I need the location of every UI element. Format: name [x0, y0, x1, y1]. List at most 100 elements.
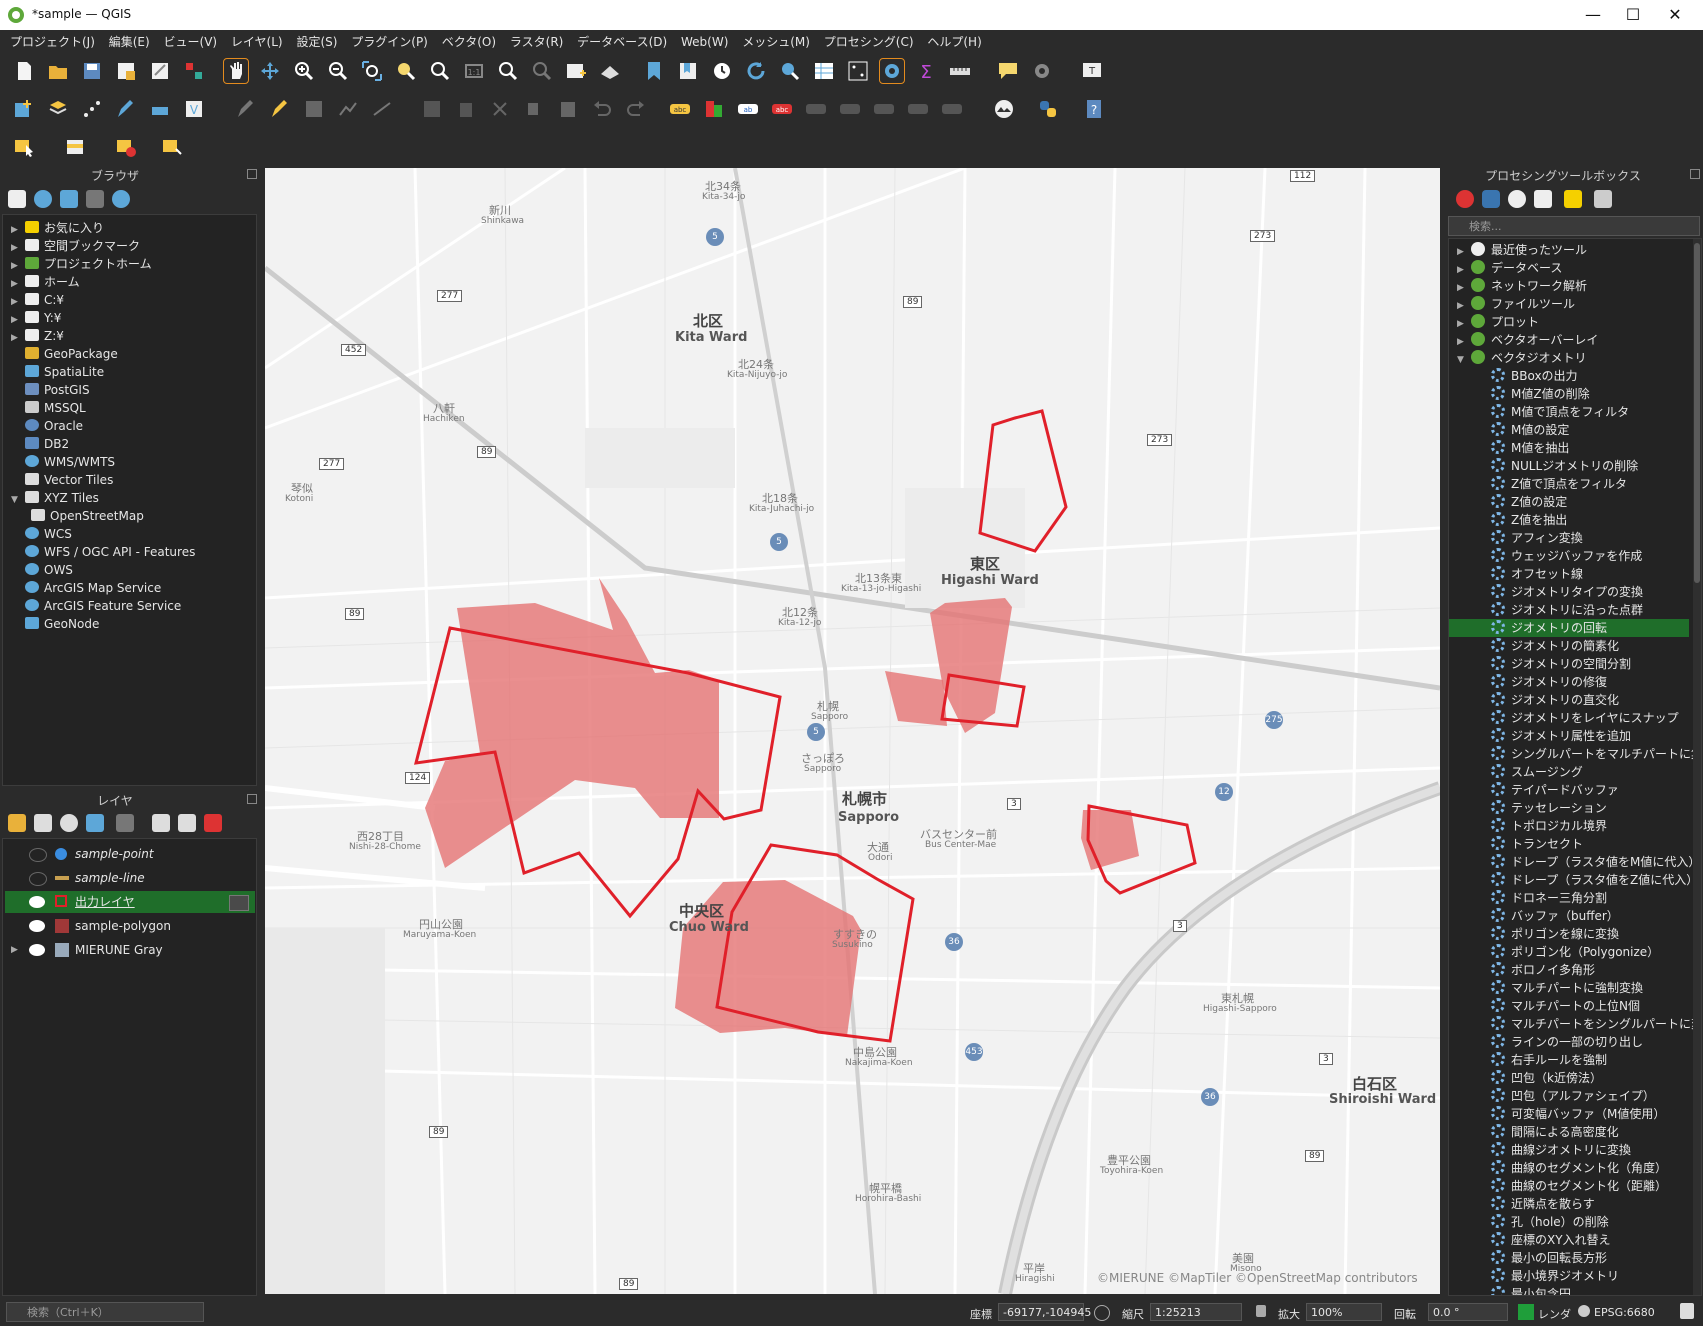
refresh-browser-icon[interactable] — [34, 190, 52, 208]
toolbox-scrollbar[interactable] — [1693, 239, 1701, 1295]
open-project-icon[interactable] — [46, 59, 70, 83]
toggle-extents-icon[interactable] — [1094, 1305, 1110, 1321]
menu-settings[interactable]: 設定(S) — [291, 30, 342, 50]
toolbox-tool-item[interactable]: 最小包含円 — [1449, 1285, 1689, 1295]
layer-mierune-gray[interactable]: ▶ MIERUNE Gray — [5, 939, 255, 961]
toolbox-tool-item[interactable]: 近隣点を散らす — [1449, 1195, 1689, 1213]
current-edits-icon[interactable] — [268, 97, 292, 121]
menu-view[interactable]: ビュー(V) — [159, 30, 223, 50]
help-icon[interactable]: ? — [1082, 97, 1106, 121]
browser-drive-z[interactable]: ▶ Z:¥ — [11, 327, 64, 345]
toolbox-tool-item[interactable]: ラインの一部の切り出し — [1449, 1033, 1689, 1051]
label-props-icon[interactable] — [906, 97, 930, 121]
modify-attributes-icon[interactable] — [420, 97, 444, 121]
delete-selected-icon[interactable] — [454, 97, 478, 121]
label-pin2-icon[interactable] — [940, 97, 964, 121]
zoom-next-icon[interactable] — [530, 59, 554, 83]
filter-expression-icon[interactable] — [116, 814, 134, 832]
browser-spatialite[interactable]: SpatiaLite — [11, 363, 104, 381]
toolbox-tool-item[interactable]: ウェッジバッファを作成 — [1449, 547, 1689, 565]
remove-layer-icon[interactable] — [204, 814, 222, 832]
toolbox-group[interactable]: ▶ 最近使ったツール — [1457, 241, 1587, 259]
toolbox-group[interactable]: ▶ プロット — [1457, 313, 1539, 331]
visible-eye-icon[interactable] — [29, 920, 45, 932]
visible-eye-icon[interactable] — [29, 896, 45, 908]
save-edits-icon[interactable] — [302, 97, 326, 121]
toolbox-group[interactable]: ▶ ファイルツール — [1457, 295, 1575, 313]
models-icon[interactable] — [1456, 190, 1474, 208]
toolbox-tool-item[interactable]: トランセクト — [1449, 835, 1689, 853]
deselect-icon[interactable] — [114, 135, 138, 159]
toolbox-tool-item[interactable]: ポリゴンを線に変換 — [1449, 925, 1689, 943]
toolbox-tool-item[interactable]: アフィン変換 — [1449, 529, 1689, 547]
toolbox-tool-item[interactable]: ジオメトリタイプの変換 — [1449, 583, 1689, 601]
hidden-eye-icon[interactable] — [29, 848, 47, 862]
toolbox-tool-item[interactable]: オフセット線 — [1449, 565, 1689, 583]
toolbox-tool-item[interactable]: ジオメトリの直交化 — [1449, 691, 1689, 709]
toolbox-tool-item[interactable]: ジオメトリに沿った点群 — [1449, 601, 1689, 619]
collapse-all-icon[interactable] — [86, 190, 104, 208]
browser-favorites[interactable]: ▶ お気に入り — [11, 219, 104, 237]
toolbox-tool-item[interactable]: Z値を抽出 — [1449, 511, 1689, 529]
zoom-in-icon[interactable] — [292, 59, 316, 83]
browser-bookmarks[interactable]: ▶ 空間ブックマーク — [11, 237, 140, 255]
diagram-tool-icon[interactable] — [702, 97, 726, 121]
toolbox-group[interactable]: ▶ ネットワーク解析 — [1457, 277, 1587, 295]
label-pin-icon[interactable]: ab — [736, 97, 760, 121]
toolbox-group[interactable]: ▶ ベクタオーバーレイ — [1457, 331, 1598, 349]
maximize-button[interactable]: ☐ — [1613, 4, 1653, 26]
toolbox-tool-item[interactable]: ジオメトリ属性を追加 — [1449, 727, 1689, 745]
filter-browser-icon[interactable] — [60, 190, 78, 208]
toolbox-tool-item[interactable]: ジオメトリの簡素化 — [1449, 637, 1689, 655]
browser-arcgis-map[interactable]: ArcGIS Map Service — [11, 579, 161, 597]
menu-vector[interactable]: ベクタ(O) — [437, 30, 501, 50]
toolbox-tool-item[interactable]: 座標のXY入れ替え — [1449, 1231, 1689, 1249]
save-as-icon[interactable] — [114, 59, 138, 83]
magnifier-field[interactable]: 100% — [1306, 1303, 1382, 1321]
new-bookmark-icon[interactable] — [642, 59, 666, 83]
toolbox-tool-item[interactable]: バッファ（buffer） — [1449, 907, 1689, 925]
layer-sample-polygon[interactable]: sample-polygon — [5, 915, 255, 937]
browser-wms[interactable]: WMS/WMTS — [11, 453, 115, 471]
select-by-value-icon[interactable] — [64, 135, 88, 159]
toggle-editing-icon[interactable] — [234, 97, 258, 121]
add-group-icon[interactable] — [34, 814, 52, 832]
filter-legend-icon[interactable] — [86, 814, 104, 832]
menu-edit[interactable]: 編集(E) — [104, 30, 155, 50]
toolbox-tool-item[interactable]: 凹包（k近傍法） — [1449, 1069, 1689, 1087]
toolbox-tool-item[interactable]: 孔（hole）の削除 — [1449, 1213, 1689, 1231]
label-move-icon[interactable] — [804, 97, 828, 121]
settings-gear-icon[interactable] — [1030, 59, 1054, 83]
style-manager-icon[interactable] — [182, 59, 206, 83]
virtual-layer-icon[interactable]: V — [182, 97, 206, 121]
menu-processing[interactable]: プロセシング(C) — [819, 30, 919, 50]
browser-postgis[interactable]: PostGIS — [11, 381, 90, 399]
toolbox-tool-item[interactable]: マルチパートに強制変換 — [1449, 979, 1689, 997]
layer-sample-line[interactable]: sample-line — [5, 867, 255, 889]
menu-raster[interactable]: ラスタ(R) — [505, 30, 568, 50]
copy-features-icon[interactable] — [522, 97, 546, 121]
toolbox-tool-item[interactable]: 曲線のセグメント化（距離） — [1449, 1177, 1689, 1195]
browser-oracle[interactable]: Oracle — [11, 417, 83, 435]
collapse-layers-icon[interactable] — [178, 814, 196, 832]
pan-map-icon[interactable] — [223, 58, 249, 84]
coordinate-field[interactable]: -69177,-104945 — [998, 1303, 1091, 1321]
close-button[interactable]: ✕ — [1655, 4, 1695, 26]
label-rotate-icon[interactable] — [838, 97, 862, 121]
toolbox-tool-item[interactable]: M値を抽出 — [1449, 439, 1689, 457]
toolbox-tool-item[interactable]: Z値で頂点をフィルタ — [1449, 475, 1689, 493]
visible-eye-icon[interactable] — [29, 944, 45, 956]
mierune-plugin-icon[interactable] — [992, 97, 1016, 121]
menu-project[interactable]: プロジェクト(J) — [5, 30, 100, 50]
browser-float-icon[interactable] — [247, 169, 257, 179]
menu-help[interactable]: ヘルプ(H) — [922, 30, 986, 50]
browser-xyz-tiles[interactable]: ▼ XYZ Tiles — [11, 489, 99, 507]
save-project-icon[interactable] — [80, 59, 104, 83]
edit-mode-icon[interactable] — [229, 895, 249, 911]
visibility-eye-icon[interactable] — [60, 814, 78, 832]
options-wrench-icon[interactable] — [1594, 190, 1612, 208]
digitize-points-icon[interactable] — [80, 97, 104, 121]
python-console-icon[interactable] — [1036, 97, 1060, 121]
toolbox-scroll-thumb[interactable] — [1694, 243, 1700, 583]
label-tool-icon[interactable]: abc — [668, 97, 692, 121]
